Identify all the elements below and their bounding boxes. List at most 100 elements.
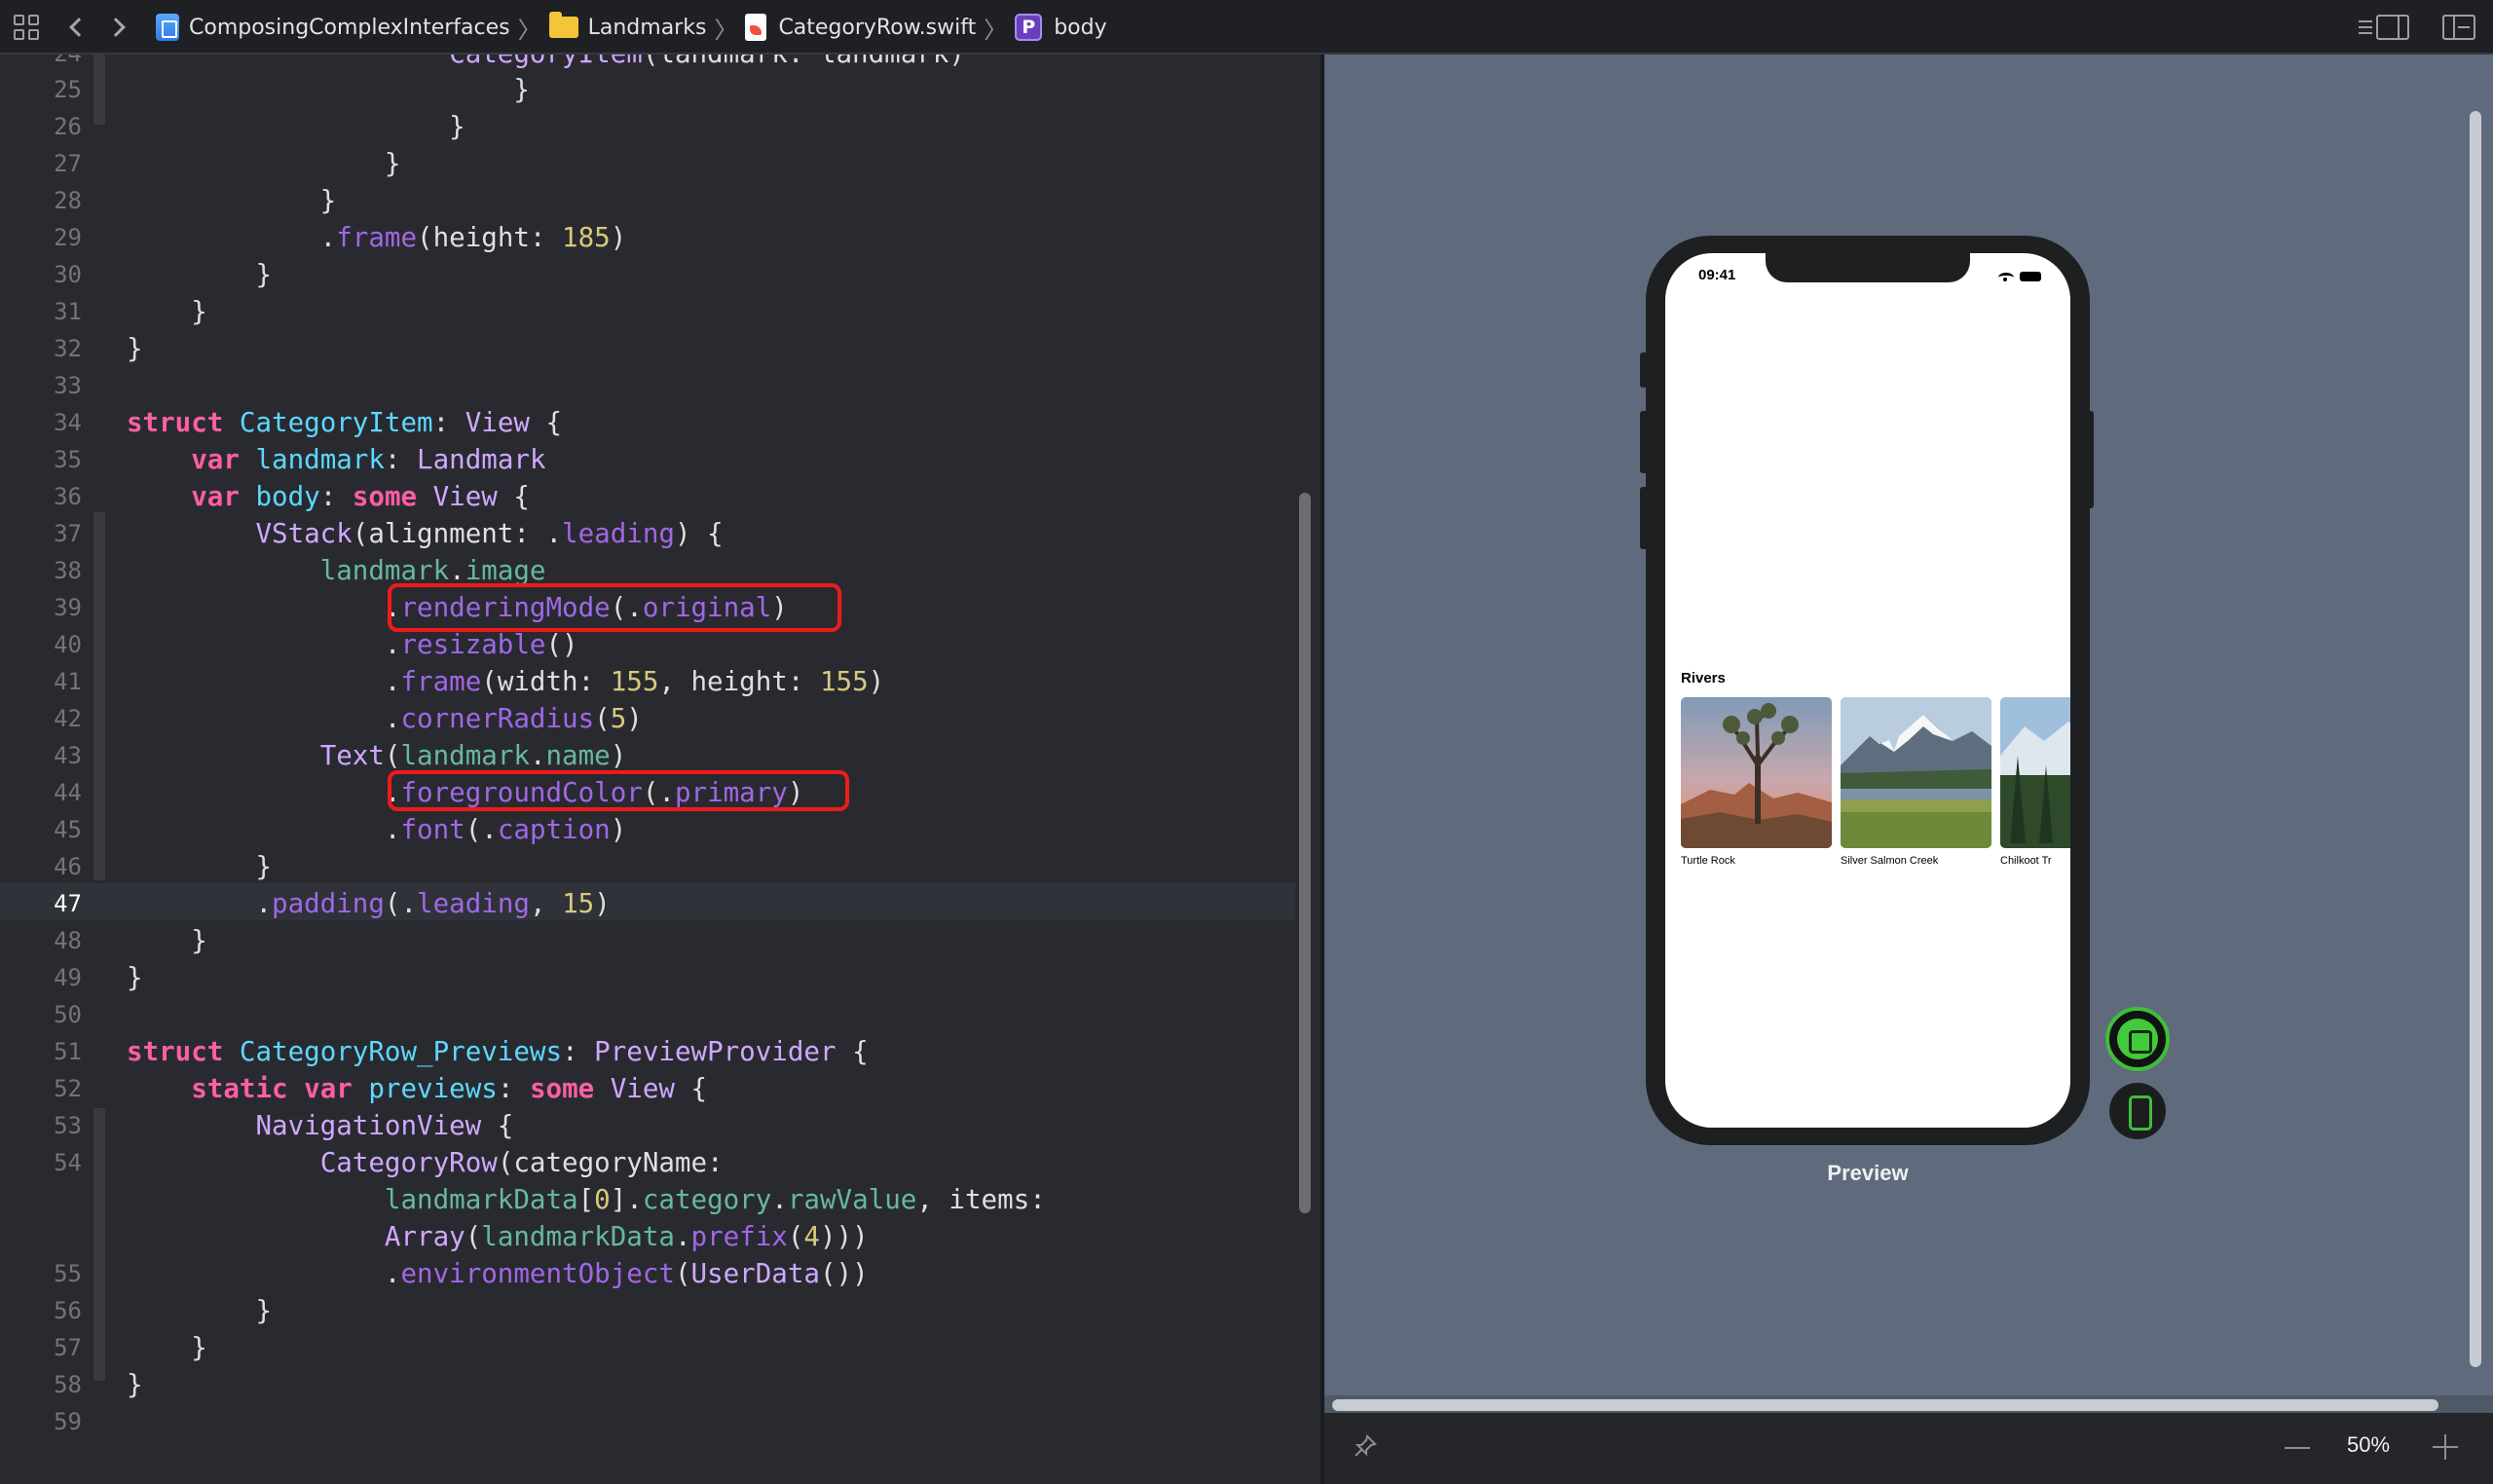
- code-line: 48 }: [0, 922, 1295, 959]
- device-screen: 09:41 Rivers Turtle Rock Silver Salmon C…: [1665, 253, 2070, 1128]
- breadcrumb-separator: 〉: [517, 16, 541, 44]
- editor-options-icon[interactable]: [2359, 0, 2409, 55]
- line-number: 42: [54, 705, 82, 732]
- line-number: 41: [54, 668, 82, 695]
- line-number: 50: [54, 1001, 82, 1028]
- wifi-icon: [1998, 273, 2014, 282]
- annotation-box-foreground-color: [388, 770, 849, 811]
- code-line: 49}: [0, 959, 1295, 996]
- line-number: 55: [54, 1260, 82, 1287]
- line-number: 32: [54, 335, 82, 362]
- swift-file-icon: [745, 14, 767, 41]
- breadcrumb-separator: 〉: [714, 16, 738, 44]
- line-number: 36: [54, 483, 82, 510]
- code-line: 43 Text(landmark.name): [0, 737, 1295, 774]
- line-number: 58: [54, 1371, 82, 1398]
- forward-icon[interactable]: [106, 0, 126, 55]
- line-number: 40: [54, 631, 82, 658]
- device-notch: [1766, 253, 1970, 282]
- preview-on-device-button[interactable]: [2109, 1083, 2166, 1139]
- line-number: 56: [54, 1297, 82, 1324]
- code-editor[interactable]: 24 CategoryItem(landmark: landmark) 25 }…: [0, 55, 1321, 1484]
- canvas-horizontal-scrollbar[interactable]: [1332, 1399, 2438, 1411]
- code-line: 58}: [0, 1366, 1295, 1403]
- line-number: 30: [54, 261, 82, 288]
- code-line: 50: [0, 996, 1295, 1033]
- code-line-wrapped: landmarkData[0].category.rawValue, items…: [384, 1184, 1046, 1215]
- property-badge-icon: P: [1015, 14, 1043, 41]
- code-line: 57 }: [0, 1329, 1295, 1366]
- landmark-image-turtle-rock[interactable]: [1681, 697, 1832, 848]
- breadcrumb-group[interactable]: Landmarks: [588, 16, 707, 40]
- line-number: 57: [54, 1334, 82, 1361]
- line-number: 44: [54, 779, 82, 806]
- line-number: 43: [54, 742, 82, 769]
- project-icon: [156, 14, 179, 41]
- line-number: 59: [54, 1408, 82, 1435]
- live-preview-button[interactable]: [2105, 1007, 2170, 1071]
- line-number: 26: [54, 113, 82, 140]
- code-line: 37 VStack(alignment: .leading) {: [0, 515, 1295, 552]
- line-number: 29: [54, 224, 82, 251]
- editor-scrollbar[interactable]: [1299, 493, 1311, 1213]
- canvas-vertical-scrollbar[interactable]: [2470, 111, 2481, 1367]
- line-number: 46: [54, 853, 82, 880]
- code-line: 59: [0, 1403, 1295, 1440]
- line-number: 35: [54, 446, 82, 473]
- line-number: 27: [54, 150, 82, 177]
- add-editor-icon[interactable]: [2442, 0, 2475, 55]
- landmark-name: Silver Salmon Creek: [1841, 855, 1939, 867]
- code-line: 29 .frame(height: 185): [0, 219, 1295, 256]
- breadcrumb-symbol[interactable]: body: [1054, 16, 1106, 40]
- status-time: 09:41: [1698, 267, 1736, 283]
- line-number: 54: [54, 1149, 82, 1176]
- line-number: 33: [54, 372, 82, 399]
- landmark-image-chilkoot-trail[interactable]: [2000, 697, 2070, 848]
- volume-up-button: [1640, 411, 1648, 473]
- code-line-current: 47 .padding(.leading, 15): [0, 885, 1295, 922]
- line-number: 49: [54, 964, 82, 991]
- preview-canvas: 09:41 Rivers Turtle Rock Silver Salmon C…: [1324, 55, 2493, 1484]
- landmark-image-silver-salmon-creek[interactable]: [1841, 697, 1991, 848]
- line-number: 34: [54, 409, 82, 436]
- line-number: 39: [54, 594, 82, 621]
- code-line: 25 }: [0, 71, 1295, 108]
- line-number: 28: [54, 187, 82, 214]
- code-line: 42 .cornerRadius(5): [0, 700, 1295, 737]
- pin-icon[interactable]: [1354, 1434, 1377, 1458]
- code-line: 28 }: [0, 182, 1295, 219]
- code-line: 35 var landmark: Landmark: [0, 441, 1295, 478]
- battery-icon: [2020, 272, 2041, 281]
- landmark-name: Chilkoot Tr: [2000, 855, 2052, 867]
- code-line: 46 }: [0, 848, 1295, 885]
- code-line: 34 struct CategoryItem: View {: [0, 404, 1295, 441]
- code-line: 36 var body: some View {: [0, 478, 1295, 515]
- line-number: 38: [54, 557, 82, 584]
- code-line: 45 .font(.caption): [0, 811, 1295, 848]
- code-line: 31 }: [0, 293, 1295, 330]
- breadcrumb-file[interactable]: CategoryRow.swift: [778, 16, 976, 40]
- jump-bar: ComposingComplexInterfaces 〉 Landmarks 〉…: [0, 0, 2493, 55]
- breadcrumb-project[interactable]: ComposingComplexInterfaces: [189, 16, 510, 40]
- preview-label: Preview: [1827, 1161, 1909, 1185]
- volume-down-button: [1640, 487, 1648, 549]
- zoom-out-icon[interactable]: [2285, 1447, 2310, 1449]
- code-line: 55 .environmentObject(UserData()): [0, 1255, 1295, 1292]
- code-line: 26 }: [0, 108, 1295, 145]
- mute-switch: [1640, 352, 1648, 388]
- back-icon[interactable]: [69, 0, 89, 55]
- line-number: 25: [54, 76, 82, 103]
- category-title: Rivers: [1681, 670, 1726, 686]
- canvas-bottom-bar: 50%: [1324, 1413, 2493, 1484]
- code-line-wrapped: Array(landmarkData.prefix(4))): [384, 1221, 869, 1252]
- code-line: 52 static var previews: some View {: [0, 1070, 1295, 1107]
- landmark-name: Turtle Rock: [1681, 855, 1735, 867]
- code-line: 54 CategoryRow(categoryName:: [0, 1144, 1295, 1181]
- related-items-icon[interactable]: [14, 0, 39, 55]
- zoom-in-icon[interactable]: [2433, 1434, 2458, 1460]
- zoom-level[interactable]: 50%: [2347, 1432, 2390, 1458]
- line-number: 51: [54, 1038, 82, 1065]
- code-line: 41 .frame(width: 155, height: 155): [0, 663, 1295, 700]
- code-line: 24 CategoryItem(landmark: landmark): [0, 55, 1295, 72]
- line-number: 52: [54, 1075, 82, 1102]
